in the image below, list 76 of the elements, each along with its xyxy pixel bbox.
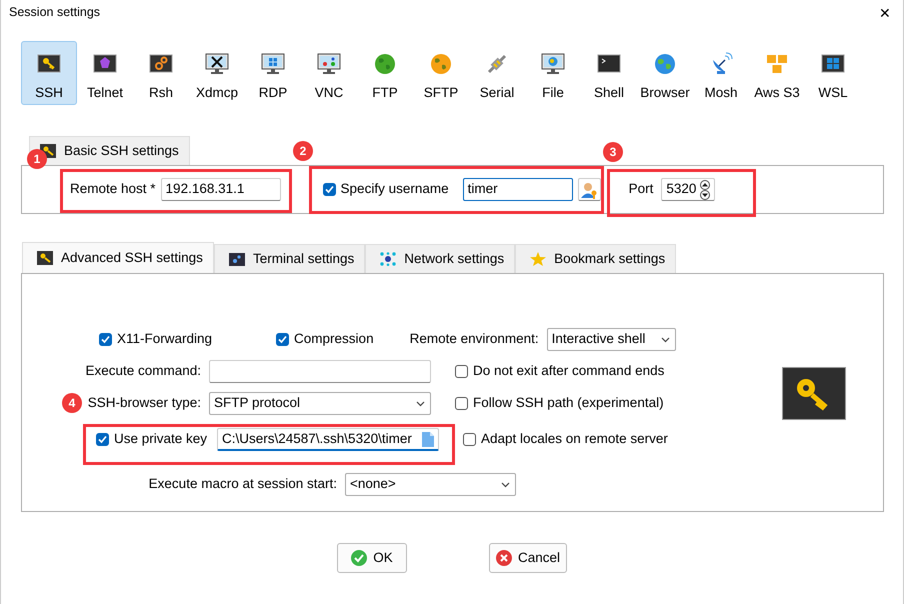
- monitor-icon: [541, 52, 565, 76]
- checkbox-label: Adapt locales on remote server: [481, 430, 668, 448]
- field-label: Execute macro at session start:: [148, 475, 337, 494]
- checkbox[interactable]: [463, 433, 476, 446]
- checkbox-label: Specify username: [340, 180, 449, 198]
- checkbox-label: Compression: [294, 330, 374, 348]
- field-label: Remote host *: [70, 180, 156, 198]
- port-spinner[interactable]: 5320: [661, 178, 716, 201]
- tab[interactable]: Bookmark settings: [515, 244, 676, 273]
- session-type-button[interactable]: SSH: [21, 41, 77, 105]
- caret-icon: [500, 480, 511, 489]
- monitor-icon: [205, 52, 229, 76]
- session-type-button[interactable]: Xdmcp: [189, 41, 245, 105]
- session-type-button[interactable]: FTP: [357, 41, 413, 105]
- checkbox[interactable]: [96, 433, 109, 446]
- user-key-icon: [580, 180, 598, 198]
- tab[interactable]: Advanced SSH settings: [22, 242, 214, 273]
- key-icon: [37, 251, 53, 265]
- execute-command-field[interactable]: [209, 360, 431, 383]
- session-type-button[interactable]: Serial: [469, 41, 525, 105]
- dropdown[interactable]: Interactive shell: [546, 328, 676, 351]
- user-button[interactable]: [578, 178, 601, 201]
- globe-icon: [653, 52, 677, 76]
- field-label: Port: [628, 180, 654, 198]
- session-type-button[interactable]: SFTP: [413, 41, 469, 105]
- session-type-button[interactable]: WSL: [805, 41, 861, 105]
- spin-arrows-icon: [698, 180, 712, 200]
- username-field[interactable]: timer: [462, 178, 573, 201]
- dropdown[interactable]: <none>: [345, 473, 516, 496]
- checkbox[interactable]: [455, 397, 468, 410]
- tab[interactable]: Terminal settings: [214, 244, 366, 273]
- checkbox[interactable]: [99, 333, 112, 346]
- star-icon: [530, 252, 546, 266]
- annotation-badge: 3: [603, 142, 623, 162]
- checkbox-label: Do not exit after command ends: [473, 362, 664, 380]
- globe-icon: [429, 52, 453, 76]
- session-type-button[interactable]: RDP: [245, 41, 301, 105]
- checkbox[interactable]: [455, 365, 468, 378]
- field-label: SSH-browser type:: [88, 394, 201, 412]
- checkbox-label: Use private key: [114, 430, 208, 448]
- ok-icon: [351, 550, 368, 566]
- network-icon: [380, 252, 396, 266]
- session-type-button[interactable]: Rsh: [133, 41, 189, 105]
- remote-host-field[interactable]: 192.168.31.1: [160, 178, 281, 201]
- globe-icon: [373, 52, 397, 76]
- window-title: Session settings: [9, 4, 100, 22]
- cubes-icon: [765, 52, 789, 76]
- tab[interactable]: Network settings: [365, 244, 516, 273]
- file-icon: [422, 432, 434, 446]
- key-picture-icon: [782, 367, 846, 420]
- checkbox-label: Follow SSH path (experimental): [473, 394, 664, 412]
- session-type-button[interactable]: Shell: [581, 41, 637, 105]
- session-type-button[interactable]: File: [525, 41, 581, 105]
- dropdown[interactable]: SFTP protocol: [209, 392, 431, 415]
- caret-icon: [415, 399, 426, 408]
- checkbox[interactable]: [276, 333, 290, 346]
- annotation-badge: 2: [293, 141, 313, 161]
- monitor-icon: [261, 52, 285, 76]
- checkbox-label: X11-Forwarding: [117, 330, 212, 348]
- field-label: Remote environment:: [410, 330, 539, 348]
- close-button[interactable]: ✕: [875, 6, 895, 20]
- field-label: Execute command:: [85, 362, 201, 380]
- private-key-field[interactable]: C:\Users\24587\.ssh\5320\timer: [217, 428, 439, 451]
- session-type-button[interactable]: Mosh: [693, 41, 749, 105]
- session-type-button[interactable]: VNC: [301, 41, 357, 105]
- caret-icon: [660, 335, 671, 344]
- plug-icon: [485, 52, 509, 76]
- session-type-button[interactable]: Aws S3: [749, 41, 805, 105]
- cancel-icon: [496, 550, 512, 566]
- dialog-button[interactable]: Cancel: [489, 543, 567, 573]
- session-type-button[interactable]: Browser: [637, 41, 693, 105]
- monitor-icon: [317, 52, 341, 76]
- dialog-button[interactable]: OK: [337, 543, 407, 573]
- terminal-icon: [229, 252, 245, 266]
- checkbox[interactable]: [322, 183, 336, 196]
- session-type-button[interactable]: Telnet: [77, 41, 133, 105]
